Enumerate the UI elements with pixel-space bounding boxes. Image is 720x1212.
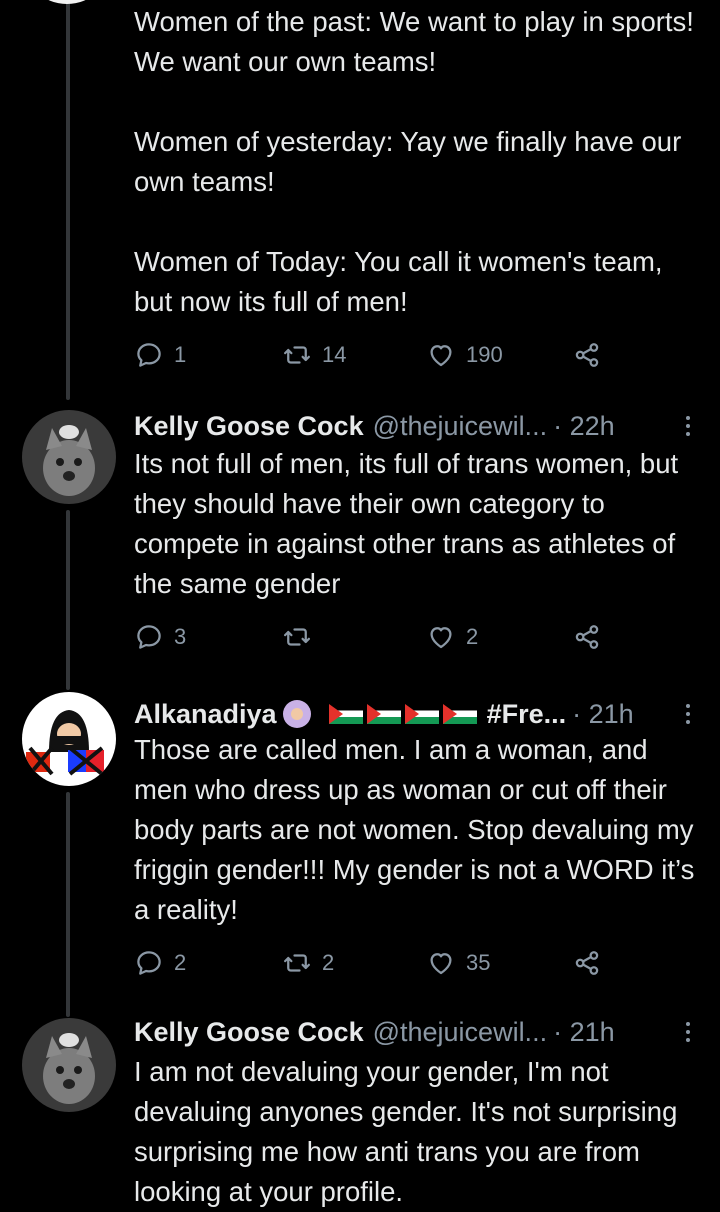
like-count: 35 xyxy=(466,950,491,975)
reply-count: 2 xyxy=(174,950,187,975)
avatar[interactable] xyxy=(22,410,116,504)
share-button[interactable] xyxy=(572,946,602,980)
more-options-icon[interactable] xyxy=(676,1020,700,1044)
like-button[interactable]: 2 xyxy=(426,620,478,654)
share-button[interactable] xyxy=(572,620,602,654)
reply-icon xyxy=(134,622,164,652)
retweet-icon xyxy=(282,622,312,652)
tweet-time[interactable]: · 21h xyxy=(572,699,634,730)
thread-line xyxy=(66,510,70,690)
more-options-icon[interactable] xyxy=(676,702,700,726)
tweet-header: Alkanadiya #Fre... · 21h xyxy=(134,696,700,732)
tweet-actions: 1 14 190 xyxy=(134,338,604,372)
reply-icon xyxy=(134,948,164,978)
like-icon xyxy=(426,948,456,978)
retweet-count: 14 xyxy=(322,342,347,367)
reply-count: 3 xyxy=(174,624,187,649)
person-with-headscarf-emoji xyxy=(282,700,311,728)
share-icon xyxy=(572,340,602,370)
avatar[interactable] xyxy=(22,1018,116,1112)
author-handle[interactable]: @thejuicewil... xyxy=(373,1017,547,1048)
palestine-flag-icon xyxy=(328,704,363,724)
author-name[interactable]: Kelly Goose Cock xyxy=(134,411,364,442)
author-name[interactable]: Kelly Goose Cock xyxy=(134,1017,364,1048)
tweet-header: Kelly Goose Cock @thejuicewil... · 21h xyxy=(134,1014,700,1050)
share-icon xyxy=(572,622,602,652)
author-name[interactable]: Alkanadiya xyxy=(134,699,277,730)
reply-button[interactable]: 1 xyxy=(134,338,186,372)
tweet-header: Kelly Goose Cock @thejuicewil... · 22h xyxy=(134,408,700,444)
like-icon xyxy=(426,622,456,652)
like-button[interactable]: 35 xyxy=(426,946,490,980)
palestine-flag-icon xyxy=(366,704,401,724)
tweet-time[interactable]: · 21h xyxy=(553,1017,615,1048)
retweet-button[interactable]: 14 xyxy=(282,338,346,372)
palestine-flag-icon xyxy=(404,704,439,724)
retweet-icon xyxy=(282,948,312,978)
like-button[interactable]: 190 xyxy=(426,338,503,372)
tweet-text: Those are called men. I am a woman, and … xyxy=(134,734,695,925)
retweet-button[interactable]: 2 xyxy=(282,946,334,980)
tweet-actions: 3 2 xyxy=(134,620,604,654)
like-count: 190 xyxy=(466,342,503,367)
tweet-text: Its not full of men, its full of trans w… xyxy=(134,448,679,599)
tweet-text: Women of the past: We want to play in sp… xyxy=(134,6,694,317)
avatar[interactable] xyxy=(22,692,116,786)
like-count: 2 xyxy=(466,624,479,649)
reply-button[interactable]: 2 xyxy=(134,946,186,980)
avatar[interactable] xyxy=(22,0,112,4)
like-icon xyxy=(426,340,456,370)
author-handle[interactable]: @thejuicewil... xyxy=(373,411,547,442)
share-button[interactable] xyxy=(572,338,602,372)
retweet-icon xyxy=(282,340,312,370)
retweet-button[interactable] xyxy=(282,620,322,654)
palestine-flag-icon xyxy=(442,704,477,724)
thread-line xyxy=(66,0,70,400)
reply-button[interactable]: 3 xyxy=(134,620,186,654)
thread-line xyxy=(66,792,70,1017)
tweet-text: I am not devaluing your gender, I'm not … xyxy=(134,1056,678,1207)
reply-count: 1 xyxy=(174,342,187,367)
more-options-icon[interactable] xyxy=(676,414,700,438)
author-name-hashtag: #Fre... xyxy=(486,698,567,729)
flag-emoji-group xyxy=(325,704,477,724)
retweet-count: 2 xyxy=(322,950,335,975)
tweet-actions: 2 2 35 xyxy=(134,946,604,980)
reply-icon xyxy=(134,340,164,370)
share-icon xyxy=(572,948,602,978)
tweet-time[interactable]: · 22h xyxy=(553,411,615,442)
